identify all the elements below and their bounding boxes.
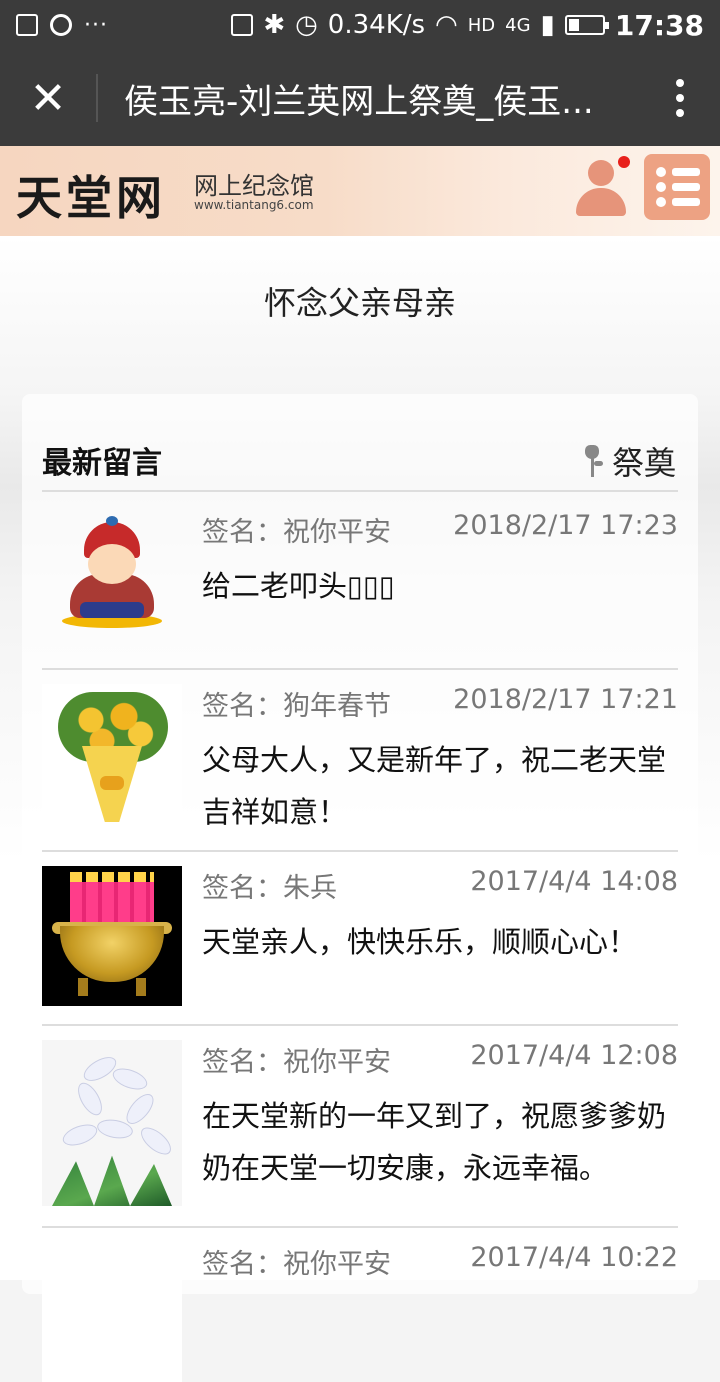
site-banner: 天堂网 网上纪念馆 www.tiantang6.com	[0, 146, 720, 236]
message-date: 2017/4/4 10:22	[470, 1242, 678, 1273]
network-speed: 0.34K/s	[327, 10, 426, 40]
message-signature: 签名：祝你平安	[202, 1249, 391, 1280]
signal-icon: ▮	[540, 10, 555, 40]
message-text: 天堂亲人，快快乐乐，顺顺心心！	[202, 925, 638, 959]
site-logo[interactable]: 天堂网	[16, 162, 166, 228]
more-options-icon[interactable]	[640, 50, 720, 146]
message-signature: 签名：祝你平安	[202, 517, 391, 548]
avatar	[42, 684, 182, 824]
site-subtitle: 网上纪念馆	[194, 172, 314, 200]
list-item[interactable]: 签名：祝你平安 2017/4/4 12:08 在天堂新的一年又到了，祝愿爹爹奶奶…	[42, 1040, 678, 1216]
avatar	[42, 866, 182, 1006]
divider	[42, 490, 678, 492]
divider	[42, 850, 678, 852]
alarm-icon: ◷	[295, 10, 318, 40]
message-date: 2017/4/4 14:08	[470, 866, 678, 897]
avatar	[42, 1040, 182, 1206]
page-window-title: 侯玉亮-刘兰英网上祭奠_侯玉...	[124, 81, 594, 122]
list-item[interactable]: 签名：祝你平安 2018/2/17 17:23 给二老叩头▯▯▯	[42, 510, 678, 660]
signal-label: 4G	[505, 14, 531, 36]
avatar	[42, 510, 182, 650]
list-item[interactable]: 签名：狗年春节 2018/2/17 17:21 父母大人，又是新年了，祝二老天堂…	[42, 684, 678, 844]
flower-icon	[580, 445, 604, 477]
offer-button[interactable]: 祭奠	[580, 438, 676, 484]
page-title: 怀念父亲母亲	[263, 284, 456, 322]
gear-icon	[50, 14, 72, 36]
image-icon	[16, 14, 38, 36]
section-heading: 最新留言	[42, 446, 162, 481]
status-bar: ··· ✱ ◷ 0.34K/s ◠ HD 4G ▮ 17:38	[0, 0, 720, 50]
hd-label: HD	[467, 14, 496, 36]
message-text: 父母大人，又是新年了，祝二老天堂吉祥如意！	[202, 743, 667, 829]
wifi-icon: ◠	[435, 10, 458, 40]
title-divider	[96, 74, 98, 122]
message-date: 2017/4/4 12:08	[470, 1040, 678, 1071]
message-signature: 签名：朱兵	[202, 873, 337, 904]
bluetooth-icon: ✱	[263, 10, 286, 40]
message-date: 2018/2/17 17:23	[453, 510, 678, 541]
battery-icon	[564, 15, 609, 35]
screenshot-icon	[231, 14, 254, 36]
message-text: 在天堂新的一年又到了，祝愿爹爹奶奶在天堂一切安康，永远幸福。	[202, 1099, 667, 1185]
message-signature: 签名：狗年春节	[202, 691, 391, 722]
list-item[interactable]: 签名：朱兵 2017/4/4 14:08 天堂亲人，快快乐乐，顺顺心心！	[42, 866, 678, 1016]
offer-label: 祭奠	[612, 444, 677, 482]
message-text: 给二老叩头▯▯▯	[202, 569, 395, 603]
title-bar: ✕ 侯玉亮-刘兰英网上祭奠_侯玉...	[0, 50, 720, 146]
divider	[42, 668, 678, 670]
message-date: 2018/2/17 17:21	[453, 684, 678, 715]
more-notifications-icon: ···	[84, 12, 108, 38]
notification-dot	[618, 156, 630, 168]
site-url: www.tiantang6.com	[194, 198, 314, 212]
message-signature: 签名：祝你平安	[202, 1047, 391, 1078]
menu-list-icon[interactable]	[644, 154, 710, 220]
divider	[42, 1226, 678, 1228]
divider	[42, 1024, 678, 1026]
close-icon[interactable]: ✕	[0, 50, 96, 146]
avatar	[42, 1242, 182, 1382]
user-icon[interactable]	[574, 156, 630, 222]
clock: 17:38	[614, 8, 704, 42]
list-item[interactable]: 签名：祝你平安 2017/4/4 10:22	[42, 1242, 678, 1382]
